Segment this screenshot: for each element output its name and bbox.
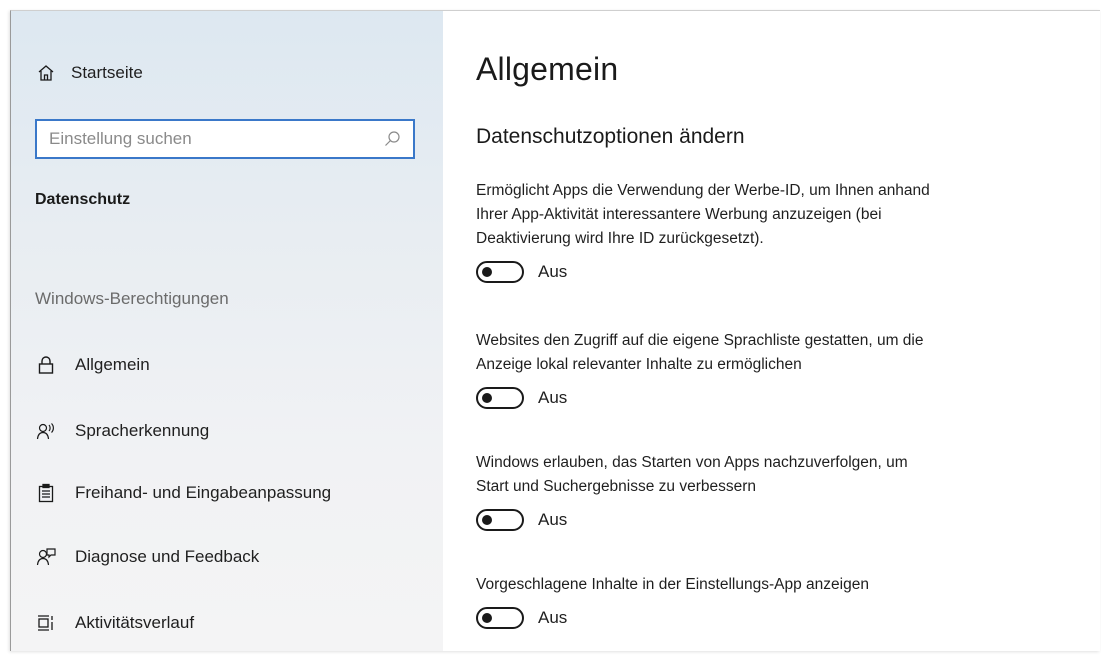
speech-icon [35, 420, 57, 442]
toggle-switch[interactable] [476, 261, 524, 283]
toggle-state-label: Aus [538, 608, 568, 627]
sidebar-item-allgemein[interactable]: Allgemein [11, 341, 443, 389]
language-list-toggle[interactable]: Aus [476, 387, 1076, 409]
sidebar: Startseite Datenschutz Windows-Berechtig… [11, 11, 443, 651]
toggle-knob [482, 267, 492, 277]
advertising-id-toggle[interactable]: Aus [476, 261, 1076, 283]
search-box[interactable] [35, 119, 415, 159]
toggle-state-label: Aus [538, 510, 568, 529]
home-label: Startseite [71, 63, 143, 82]
sidebar-item-label: Aktivitätsverlauf [75, 613, 195, 632]
option-description: Websites den Zugriff auf die eigene Spra… [476, 332, 924, 373]
page-title: Allgemein [476, 51, 619, 87]
sidebar-item-aktivitaetsverlauf[interactable]: Aktivitätsverlauf [11, 599, 443, 647]
option-description: Ermöglicht Apps die Verwendung der Werbe… [476, 182, 930, 247]
suggested-content-toggle[interactable]: Aus [476, 607, 1076, 629]
app-launch-tracking-toggle[interactable]: Aus [476, 509, 1076, 531]
sidebar-item-label: Allgemein [75, 355, 150, 374]
sidebar-item-label: Diagnose und Feedback [75, 547, 260, 566]
toggle-knob [482, 515, 492, 525]
settings-window: Startseite Datenschutz Windows-Berechtig… [10, 10, 1100, 651]
toggle-switch[interactable] [476, 387, 524, 409]
feedback-icon [35, 546, 57, 568]
main-content: Allgemein Datenschutzoptionen ändern Erm… [476, 11, 1100, 651]
option-advertising-id: Ermöglicht Apps die Verwendung der Werbe… [476, 179, 1076, 283]
clipboard-icon [35, 482, 57, 504]
toggle-state-label: Aus [538, 388, 568, 407]
option-suggested-content: Vorgeschlagene Inhalte in der Einstellun… [476, 573, 1076, 629]
toggle-knob [482, 393, 492, 403]
toggle-state-label: Aus [538, 262, 568, 281]
toggle-switch[interactable] [476, 607, 524, 629]
sidebar-item-spracherkennung[interactable]: Spracherkennung [11, 407, 443, 455]
option-app-launch-tracking: Windows erlauben, das Starten von Apps n… [476, 451, 1076, 531]
group-title: Windows-Berechtigungen [35, 289, 229, 308]
home-nav-item[interactable]: Startseite [11, 49, 443, 97]
sidebar-item-diagnose[interactable]: Diagnose und Feedback [11, 533, 443, 581]
section-title: Datenschutz [35, 191, 131, 208]
search-input[interactable] [47, 128, 383, 150]
timeline-icon [35, 612, 57, 634]
search-icon[interactable] [383, 130, 401, 148]
section-subtitle: Datenschutzoptionen ändern [476, 125, 745, 148]
toggle-knob [482, 613, 492, 623]
lock-icon [35, 354, 57, 376]
sidebar-item-freihand[interactable]: Freihand- und Eingabeanpassung [11, 469, 443, 517]
toggle-switch[interactable] [476, 509, 524, 531]
home-icon [35, 62, 57, 84]
option-description: Windows erlauben, das Starten von Apps n… [476, 454, 908, 495]
sidebar-item-label: Spracherkennung [75, 421, 210, 440]
option-language-list: Websites den Zugriff auf die eigene Spra… [476, 329, 1076, 409]
option-description: Vorgeschlagene Inhalte in der Einstellun… [476, 576, 869, 593]
sidebar-item-label: Freihand- und Eingabeanpassung [75, 483, 332, 502]
